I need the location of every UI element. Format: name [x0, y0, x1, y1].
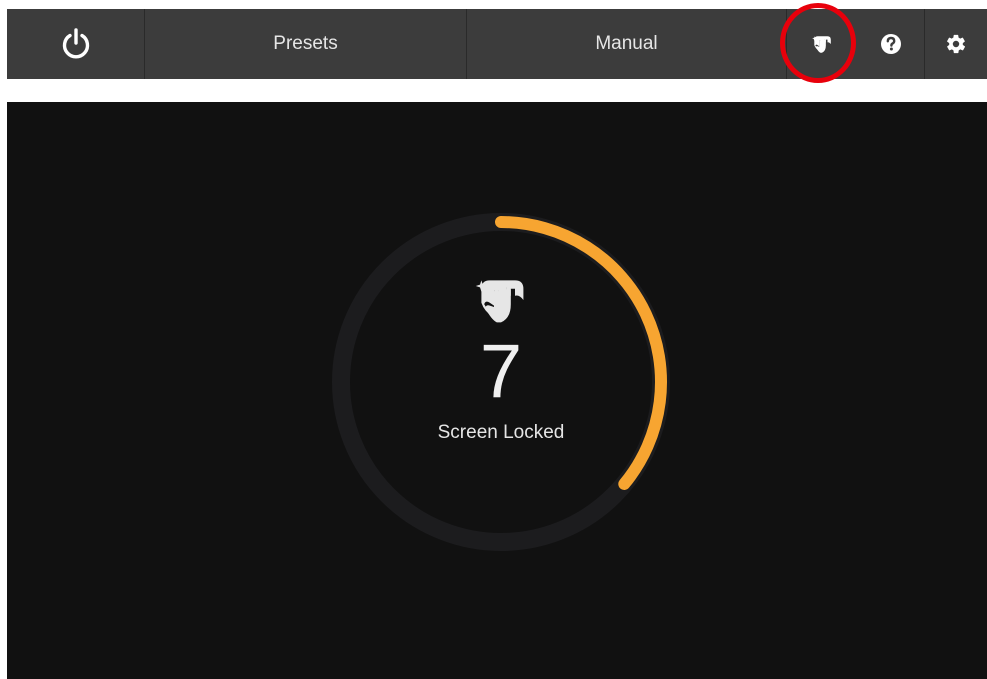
clean-screen-button[interactable]	[787, 9, 857, 79]
power-button[interactable]	[7, 9, 145, 79]
lock-screen-panel: 7 Screen Locked	[7, 102, 987, 679]
clean-screen-icon	[475, 280, 524, 323]
countdown-value: 7	[479, 329, 523, 414]
dial-center: 7 Screen Locked	[331, 212, 671, 552]
tab-presets[interactable]: Presets	[145, 9, 467, 79]
help-button[interactable]	[857, 9, 925, 79]
help-icon	[880, 34, 901, 54]
settings-button[interactable]	[925, 9, 987, 79]
countdown-dial: 7 Screen Locked	[331, 212, 671, 552]
power-icon	[62, 28, 89, 59]
gear-icon	[947, 34, 966, 54]
tab-manual[interactable]: Manual	[467, 9, 787, 79]
lock-status-label: Screen Locked	[437, 422, 565, 443]
clean-screen-icon	[812, 36, 831, 53]
tab-presets-label: Presets	[273, 33, 338, 54]
top-toolbar: Presets Manual	[7, 9, 987, 79]
tab-manual-label: Manual	[595, 33, 658, 54]
